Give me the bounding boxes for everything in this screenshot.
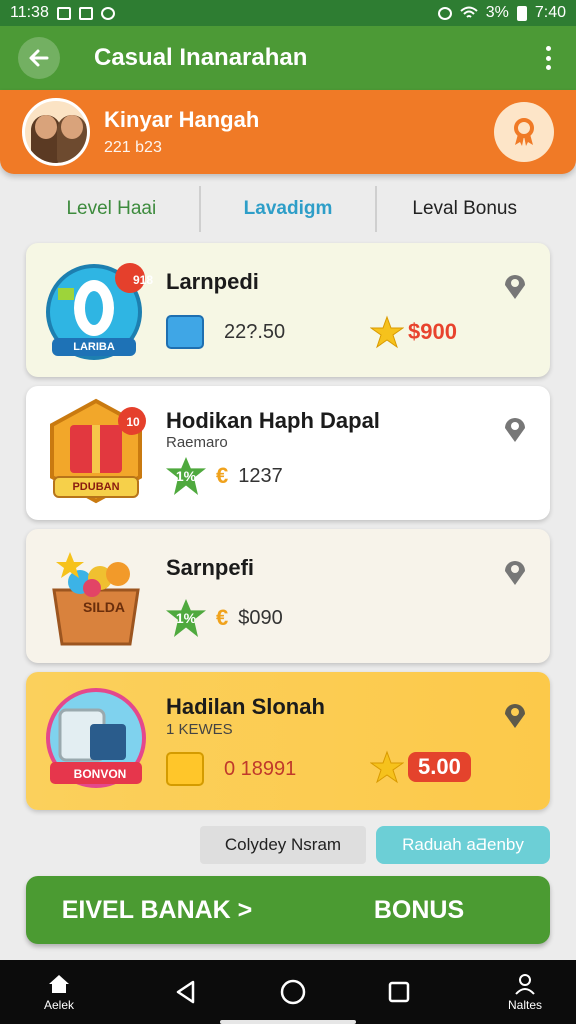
thumbnail-label: LARIBA	[73, 341, 115, 353]
level-bank-label[interactable]: EIVEL BANAK >	[26, 896, 288, 925]
card-title: Larnpedi	[166, 269, 259, 294]
notification-icon	[56, 6, 71, 20]
home-indicator	[220, 1020, 356, 1024]
nav-recents-icon[interactable]	[387, 980, 411, 1004]
card-subtitle: 1 KEWES	[166, 721, 233, 738]
system-nav-bar: Aelek Naltes	[0, 960, 576, 1024]
star-icon	[370, 750, 404, 784]
battery-icon	[516, 5, 527, 21]
battery-percent: 3%	[485, 4, 509, 21]
nav-back-icon[interactable]	[173, 979, 199, 1005]
reward-card[interactable]: 918 LARIBA Larnpedi 22?.50 $900	[26, 243, 550, 377]
green-badge-icon: 1%	[166, 457, 206, 495]
secondary-button[interactable]: Colydey Nsram	[200, 826, 366, 864]
card-amount: 1237	[238, 464, 283, 487]
arrow-left-icon	[29, 49, 49, 67]
tab-bar: Level Haai Lavadigm Leval Bonus	[24, 186, 552, 232]
achievement-button[interactable]	[494, 102, 554, 162]
avatar[interactable]	[22, 98, 90, 166]
image-icon	[78, 6, 93, 20]
nav-home-circle-icon[interactable]	[279, 978, 307, 1006]
tab-level[interactable]: Level Haai	[24, 186, 199, 232]
coin-icon: €	[216, 605, 229, 630]
thumbnail-label: BONVON	[73, 767, 127, 781]
location-pin-icon[interactable]	[500, 414, 530, 444]
wifi-icon	[460, 6, 478, 18]
card-amount: 22?.50	[224, 320, 286, 343]
bonus-label[interactable]: BONUS	[288, 896, 550, 925]
thumbnail-label: PDUBAN	[72, 481, 120, 493]
card-amount: 0 18991	[224, 757, 297, 780]
reward-card[interactable]: SILDA Sarnpefi 1% € $090	[26, 529, 550, 663]
status-bar: 11:38 3% 7:40	[0, 0, 576, 26]
location-pin-icon[interactable]	[500, 271, 530, 301]
gift-box-icon	[166, 752, 204, 786]
profile-id: 221 b23	[104, 139, 162, 156]
card-title: Hodikan Haph Dapal	[166, 408, 380, 433]
tab-level-bonus[interactable]: Leval Bonus	[375, 186, 552, 232]
status-time-right: 7:40	[534, 4, 566, 21]
card-reward: $900	[408, 319, 457, 344]
thumbnail-label: SILDA	[83, 599, 125, 615]
card-subtitle: Raemaro	[166, 434, 228, 451]
coin-icon: €	[216, 463, 229, 488]
card-reward: 5.00	[408, 752, 471, 782]
card-title: Hadilan Slonah	[166, 694, 325, 719]
profile-banner: Kinyar Hangah 221 b23	[0, 90, 576, 174]
overflow-menu-icon[interactable]	[538, 43, 558, 73]
thumbnail-badge: 10	[126, 415, 140, 429]
card-amount: $090	[238, 606, 283, 629]
location-pin-icon[interactable]	[500, 700, 530, 730]
app-bar: Casual Inanarahan	[0, 26, 576, 90]
level-bonus-button[interactable]: EIVEL BANAK > BONUS	[26, 876, 550, 944]
person-icon	[515, 973, 535, 995]
reward-thumbnail	[52, 552, 140, 646]
star-icon	[370, 315, 404, 349]
thumbnail-badge: 918	[132, 273, 154, 287]
page-title: Casual Inanarahan	[94, 44, 308, 71]
green-badge-icon: 1%	[166, 599, 206, 637]
alarm-icon	[437, 6, 452, 20]
back-button[interactable]	[18, 37, 60, 79]
teal-action-button[interactable]: Raduah aƋenby	[376, 826, 550, 864]
music-icon	[100, 6, 115, 20]
status-time-left: 11:38	[10, 4, 49, 21]
profile-name: Kinyar Hangah	[104, 107, 260, 132]
location-pin-icon[interactable]	[500, 557, 530, 587]
home-icon	[49, 974, 69, 993]
gem-box-icon	[166, 315, 204, 349]
card-title: Sarnpefi	[166, 555, 255, 580]
tab-selected[interactable]: Lavadigm	[198, 186, 376, 232]
reward-card[interactable]: 10 PDUBAN Hodikan Haph Dapal Raemaro 1% …	[26, 386, 550, 520]
award-ribbon-icon	[514, 118, 534, 146]
nav-home[interactable]: Aelek	[30, 973, 88, 1012]
reward-card[interactable]: BONVON Hadilan Slonah 1 KEWES 0 18991 5.…	[26, 672, 550, 810]
nav-profile[interactable]: Naltes	[496, 973, 554, 1012]
